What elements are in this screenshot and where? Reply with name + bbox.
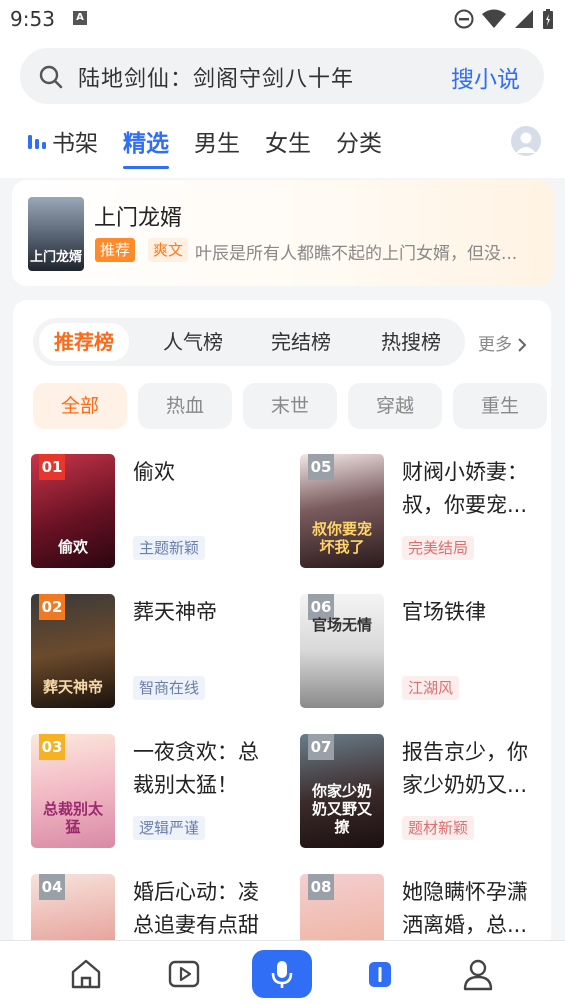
tab-male[interactable]: 男生 [194, 124, 240, 158]
bar-chart-icon [28, 135, 46, 149]
user-avatar-icon [516, 132, 536, 153]
tab-bookshelf[interactable]: 书架 [26, 124, 98, 158]
book-title: 一夜贪欢：总裁别太猛！ [133, 740, 259, 797]
battery-icon [543, 9, 553, 29]
tab-featured[interactable]: 精选 [123, 124, 169, 169]
rank-tab-completed[interactable]: 完结榜 [271, 326, 331, 358]
chevron-right-icon [518, 338, 527, 352]
book-cover: 05 叔你要宠坏我了 [300, 454, 384, 568]
user-icon [463, 959, 493, 991]
chip-apocalypse[interactable]: 末世 [243, 383, 337, 429]
rank-number: 05 [308, 454, 334, 480]
signal-icon [515, 10, 533, 28]
book-title: 葬天神帝 [133, 600, 217, 624]
book-cover: 01 偷欢 [31, 454, 115, 568]
book-title: 财阀小娇妻：叔，你要宠... [402, 460, 528, 517]
more-label: 更多 [478, 335, 512, 355]
book-title: 她隐瞒怀孕潇洒离婚，总... [402, 880, 528, 937]
nav-profile[interactable] [448, 951, 508, 997]
chip-hotblood[interactable]: 热血 [138, 383, 232, 429]
book-tag: 江湖风 [402, 676, 460, 700]
status-bar: 9:53 A [0, 0, 565, 38]
video-play-icon [168, 960, 200, 988]
search-button[interactable]: 搜小说 [451, 60, 520, 94]
book-tag: 题材新颖 [402, 816, 475, 840]
book-tag: 逻辑严谨 [133, 816, 206, 840]
search-icon [39, 65, 63, 89]
cover-art-text: 葬天神帝 [42, 678, 103, 696]
chip-timetravel[interactable]: 穿越 [348, 383, 442, 429]
rank-number: 08 [308, 874, 334, 900]
book-cover: 02 葬天神帝 [31, 594, 115, 708]
book-cover: 03 总裁别太猛 [31, 734, 115, 848]
status-time: 9:53 [10, 7, 55, 31]
book-item[interactable]: 06 官场无情 官场铁律 江湖风 [300, 594, 550, 710]
book-item[interactable]: 01 偷欢 偷欢 主题新颖 [31, 454, 281, 570]
rank-number: 01 [39, 454, 65, 480]
rank-number: 03 [39, 734, 65, 760]
nav-video[interactable] [154, 951, 214, 997]
book-title: 官场铁律 [402, 600, 486, 624]
book-item[interactable]: 04 婚后心动：凌总追妻有点甜 [31, 874, 281, 950]
voice-search-button[interactable] [252, 950, 312, 998]
book-reader-icon [369, 962, 391, 987]
cover-art-text: 总裁别太猛 [42, 800, 103, 836]
chip-rebirth[interactable]: 重生 [453, 383, 547, 429]
tab-bookshelf-label: 书架 [52, 131, 98, 157]
search-bar[interactable]: 陆地剑仙：剑阁守剑八十年 搜小说 [20, 48, 544, 104]
book-cover: 04 [31, 874, 115, 950]
promo-cover-text: 上门龙婿 [30, 250, 83, 265]
book-cover: 08 [300, 874, 384, 950]
book-cover: 07 你家少奶奶又野又撩 [300, 734, 384, 848]
rank-tab-popular[interactable]: 人气榜 [163, 326, 223, 358]
book-title: 报告京少，你家少奶奶又... [402, 740, 528, 797]
nav-reader[interactable] [350, 951, 410, 997]
book-title: 偷欢 [133, 460, 175, 484]
rank-tabs: 推荐榜 人气榜 完结榜 热搜榜 [33, 318, 465, 366]
book-item[interactable]: 08 她隐瞒怀孕潇洒离婚，总... [300, 874, 550, 950]
book-tag: 完美结局 [402, 536, 475, 560]
rank-number: 07 [308, 734, 334, 760]
rank-number: 02 [39, 594, 65, 620]
top-area: 陆地剑仙：剑阁守剑八十年 搜小说 书架 精选 男生 女生 分类 [0, 38, 565, 178]
cover-art-text: 叔你要宠坏我了 [311, 520, 372, 556]
cover-art-text: 偷欢 [57, 538, 88, 556]
dnd-icon [454, 9, 474, 29]
genre-chips: 全部 热血 末世 穿越 重生 [33, 383, 551, 429]
book-item[interactable]: 02 葬天神帝 葬天神帝 智商在线 [31, 594, 281, 710]
promo-title: 上门龙婿 [94, 206, 183, 231]
microphone-icon [271, 961, 293, 988]
bottom-nav [0, 940, 565, 1004]
book-tag: 智商在线 [133, 676, 206, 700]
tab-category[interactable]: 分类 [336, 124, 382, 158]
search-input[interactable]: 陆地剑仙：剑阁守剑八十年 [78, 61, 354, 93]
category-tabs: 书架 精选 男生 女生 分类 [26, 124, 407, 169]
cover-art-text: 官场无情 [311, 616, 372, 634]
rank-tab-hotsearch[interactable]: 热搜榜 [381, 326, 441, 358]
book-item[interactable]: 03 总裁别太猛 一夜贪欢：总裁别太猛！ 逻辑严谨 [31, 734, 281, 850]
home-icon [71, 959, 101, 989]
avatar[interactable] [511, 126, 541, 156]
book-item[interactable]: 07 你家少奶奶又野又撩 报告京少，你家少奶奶又... 题材新颖 [300, 734, 550, 850]
cover-art-text: 你家少奶奶又野又撩 [311, 782, 372, 836]
book-title: 婚后心动：凌总追妻有点甜 [133, 880, 259, 937]
book-tag: 主题新颖 [133, 536, 206, 560]
book-item[interactable]: 05 叔你要宠坏我了 财阀小娇妻：叔，你要宠... 完美结局 [300, 454, 550, 570]
notification-a-icon: A [73, 11, 87, 25]
recommend-badge: 推荐 [95, 238, 136, 262]
chip-all[interactable]: 全部 [33, 383, 127, 429]
promo-description: 叶辰是所有人都瞧不起的上门女婿，但没... [195, 244, 518, 264]
wifi-icon [482, 9, 506, 28]
rank-number: 04 [39, 874, 65, 900]
tab-female[interactable]: 女生 [265, 124, 311, 158]
nav-home[interactable] [56, 951, 116, 997]
more-link[interactable]: 更多 [478, 330, 527, 355]
promo-card[interactable]: 上门龙婿 上门龙婿 推荐 爽文 叶辰是所有人都瞧不起的上门女婿，但没... [12, 180, 553, 286]
status-icons [453, 8, 555, 30]
rank-tab-recommend[interactable]: 推荐榜 [39, 323, 129, 361]
book-cover: 06 官场无情 [300, 594, 384, 708]
genre-badge: 爽文 [148, 238, 189, 262]
promo-cover: 上门龙婿 [28, 197, 84, 271]
ranking-card: 推荐榜 人气榜 完结榜 热搜榜 更多 全部 热血 末世 穿越 重生 01 偷欢 … [13, 300, 551, 950]
